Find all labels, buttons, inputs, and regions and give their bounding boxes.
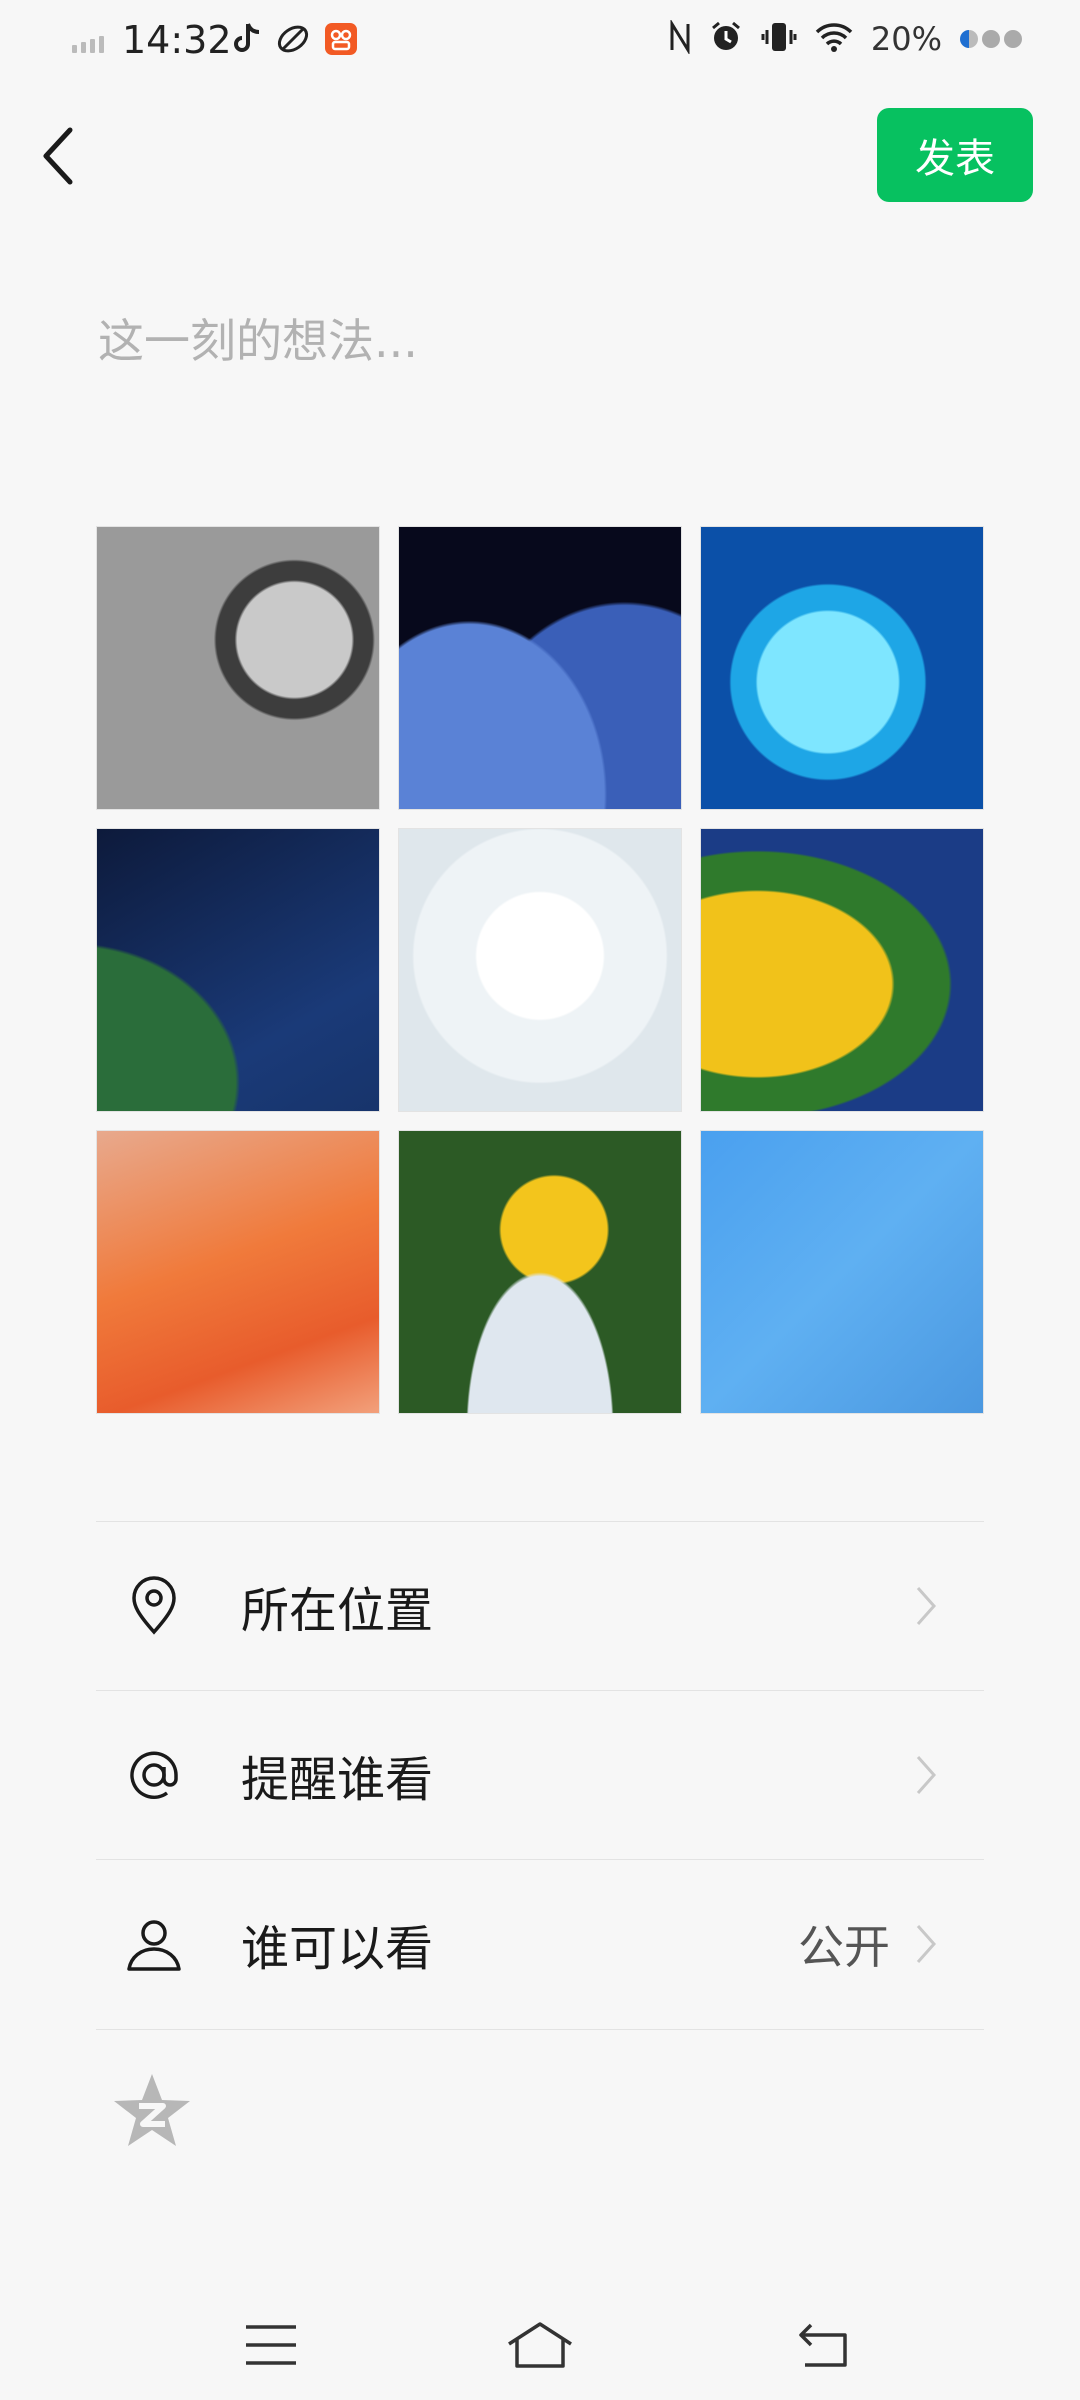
- divider: [96, 2029, 984, 2030]
- home-icon: [508, 2322, 572, 2368]
- location-label: 所在位置: [241, 1583, 434, 1639]
- at-icon: [124, 1745, 184, 1805]
- person-icon: [124, 1914, 184, 1974]
- qzone-star-icon: [114, 2074, 190, 2146]
- moment-text-input[interactable]: [96, 290, 988, 392]
- status-app-icons: [232, 22, 358, 60]
- status-system-icons: 20%: [669, 18, 1022, 58]
- visibility-value: 公开: [798, 1920, 890, 1974]
- orange-app-icon: [324, 22, 358, 60]
- menu-button[interactable]: [236, 2310, 306, 2380]
- photo-4[interactable]: [96, 828, 380, 1112]
- location-pin-icon: [124, 1576, 184, 1636]
- system-nav-bar: [0, 2290, 1080, 2400]
- publish-button[interactable]: 发表: [877, 108, 1033, 202]
- visibility-label: 谁可以看: [241, 1921, 434, 1977]
- photo-8[interactable]: [398, 1130, 682, 1414]
- vibrate-icon: [761, 20, 797, 58]
- back-arrow-icon: [43, 127, 73, 185]
- photo-6[interactable]: [700, 828, 984, 1112]
- photo-7[interactable]: [96, 1130, 380, 1414]
- photo-3[interactable]: [700, 526, 984, 810]
- tiktok-icon: [232, 22, 262, 60]
- home-button[interactable]: [505, 2310, 575, 2380]
- wifi-icon: [815, 22, 853, 56]
- leaf-app-icon: [276, 22, 310, 60]
- chevron-right-icon: [916, 1756, 937, 1794]
- back-button[interactable]: [38, 120, 78, 192]
- photo-9[interactable]: [700, 1130, 984, 1414]
- photo-1[interactable]: [96, 526, 380, 810]
- battery-percent: 20%: [870, 20, 942, 58]
- qzone-sync-button[interactable]: [112, 2070, 192, 2150]
- nfc-icon: [669, 18, 691, 58]
- menu-icon: [246, 2325, 296, 2365]
- photo-grid: [96, 526, 984, 1414]
- status-time: 14:32: [122, 18, 232, 62]
- photo-5[interactable]: [398, 828, 682, 1112]
- remind-row[interactable]: 提醒谁看: [96, 1691, 984, 1859]
- visibility-row[interactable]: 谁可以看 公开: [96, 1860, 984, 2028]
- location-row[interactable]: 所在位置: [96, 1522, 984, 1690]
- battery-dots-icon: [960, 30, 1022, 48]
- photo-2[interactable]: [398, 526, 682, 810]
- alarm-icon: [709, 20, 743, 58]
- remind-label: 提醒谁看: [241, 1752, 434, 1808]
- back-nav-button[interactable]: [790, 2310, 860, 2380]
- signal-icon: [72, 36, 104, 53]
- chevron-right-icon: [916, 1925, 937, 1963]
- chevron-right-icon: [916, 1587, 937, 1625]
- back-icon: [799, 2323, 847, 2367]
- status-bar: 14:32 20%: [0, 0, 1080, 86]
